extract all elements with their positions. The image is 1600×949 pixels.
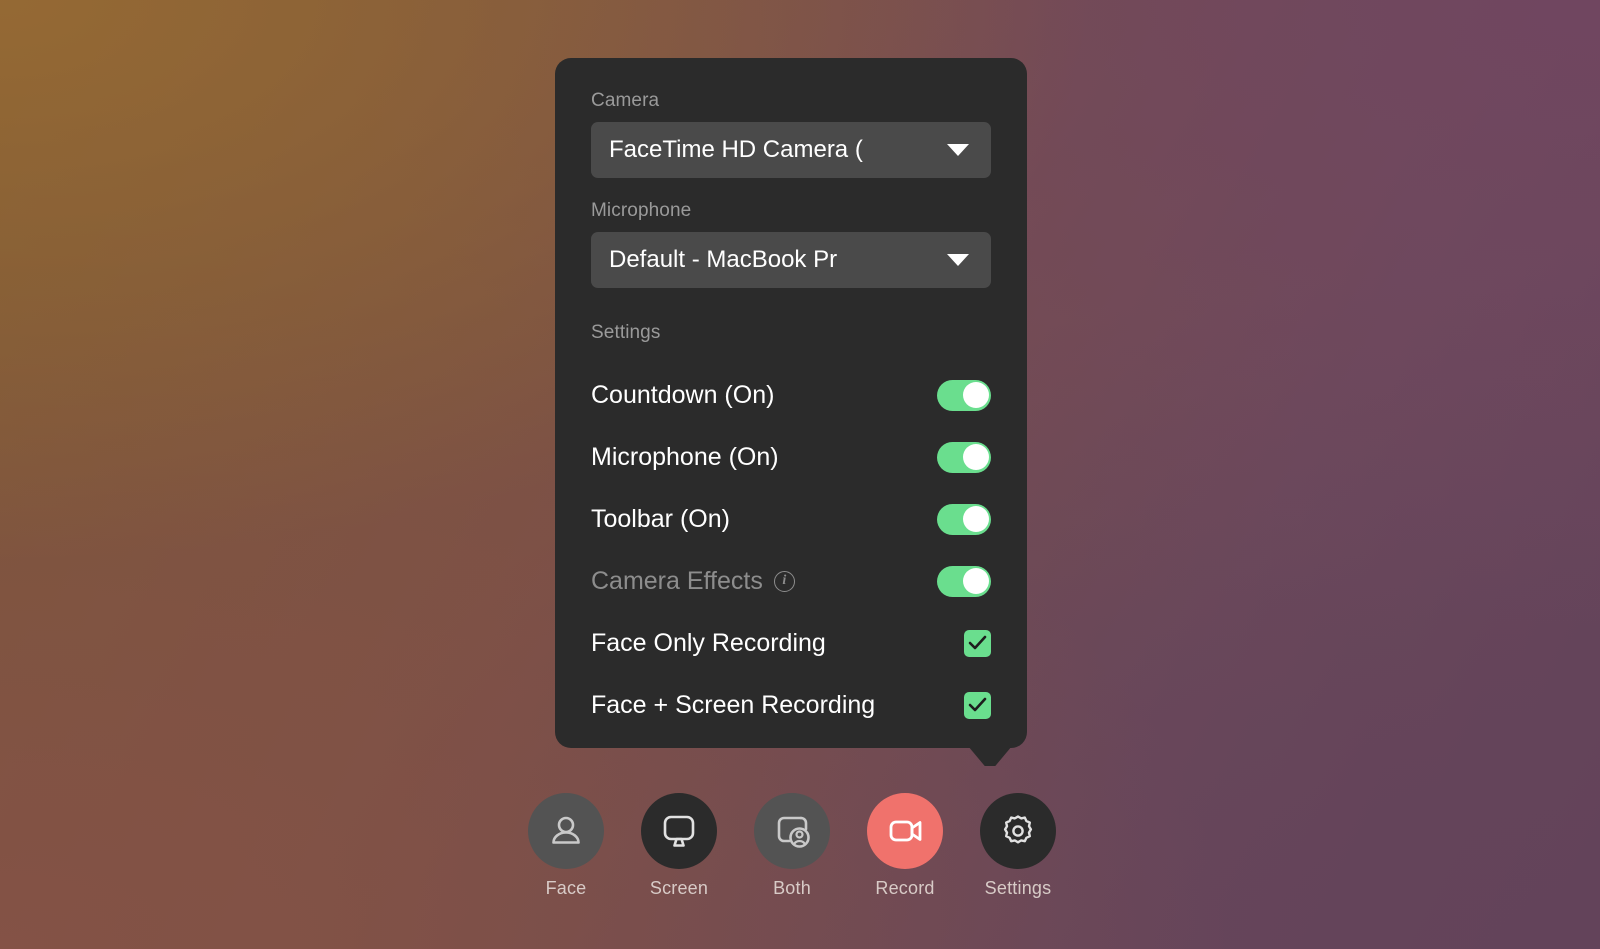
record-button[interactable] [867,793,943,869]
countdown-toggle[interactable] [937,379,991,411]
toolbar-item-record[interactable]: Record [867,793,943,899]
setting-label: Face + Screen Recording [591,690,876,719]
toolbar-item-settings[interactable]: Settings [980,793,1056,899]
camera-section-label: Camera [591,90,660,111]
setting-label: Camera Effects [591,566,763,595]
toolbar-label: Screen [649,878,709,898]
setting-row-camera-effects: Camera Effects i [591,550,991,612]
setting-label-group: Camera Effects i [591,567,795,596]
setting-row-microphone: Microphone (On) [591,426,991,488]
microphone-toggle[interactable] [937,441,991,473]
check-icon [968,635,987,649]
camera-effects-toggle[interactable] [937,565,991,597]
chevron-down-icon [947,144,969,156]
info-circle-icon[interactable]: i [773,570,795,592]
gear-icon [1003,815,1033,844]
chevron-down-icon [947,254,969,266]
settings-section-label: Settings [591,322,661,343]
toggle-knob [962,444,989,470]
face-only-recording-checkbox[interactable] [964,629,991,657]
settings-button[interactable] [980,793,1056,869]
microphone-select[interactable]: Default - MacBook Pr [591,232,991,288]
setting-row-toolbar: Toolbar (On) [591,488,991,550]
toggle-knob [962,506,989,532]
toolbar-item-screen[interactable]: Screen [641,793,717,899]
toolbar-label: Record [875,878,935,898]
toolbar-item-both[interactable]: Both [754,793,830,899]
setting-row-face-only-recording: Face Only Recording [591,612,991,674]
toggle-knob [962,382,989,408]
setting-label: Toolbar (On) [591,504,730,533]
recorder-toolbar: Face Screen Both Record Settings [528,793,1056,899]
video-camera-icon [889,820,922,842]
setting-label: Countdown (On) [591,380,775,409]
check-icon [968,697,987,711]
settings-popover: Camera FaceTime HD Camera ( Microphone D… [555,58,1027,748]
camera-select[interactable]: FaceTime HD Camera ( [591,122,991,178]
screen-and-person-icon [777,816,810,848]
toolbar-label: Both [773,878,811,898]
screen-button[interactable] [641,793,717,869]
microphone-select-value: Default - MacBook Pr [609,246,838,273]
toolbar-item-face[interactable]: Face [528,793,604,899]
toolbar-label: Settings [984,878,1052,898]
toolbar-toggle[interactable] [937,503,991,535]
microphone-section-label: Microphone [591,200,692,221]
face-screen-recording-checkbox[interactable] [964,691,991,719]
setting-label: Microphone (On) [591,442,779,471]
face-button[interactable] [528,793,604,869]
setting-row-face-screen-recording: Face + Screen Recording [591,674,991,736]
camera-select-value: FaceTime HD Camera ( [609,136,863,163]
popover-tail [968,746,1012,766]
toggle-knob [962,568,989,594]
desktop-background: Camera FaceTime HD Camera ( Microphone D… [0,0,1600,949]
both-button[interactable] [754,793,830,869]
person-icon [552,816,580,844]
toolbar-label: Face [545,878,587,898]
monitor-icon [663,815,695,847]
setting-row-countdown: Countdown (On) [591,364,991,426]
setting-label: Face Only Recording [591,628,826,657]
